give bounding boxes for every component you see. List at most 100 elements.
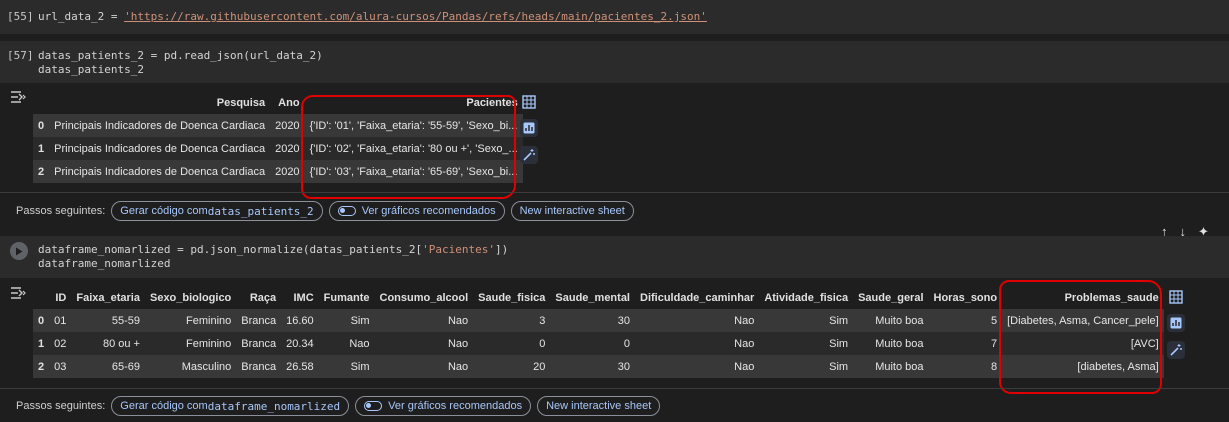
generate-code-button[interactable]: Gerar código com datas_patients_2 <box>111 201 323 221</box>
table-cell: Nao <box>374 309 474 332</box>
table-cell: Nao <box>318 332 375 355</box>
divider <box>0 388 1229 389</box>
table-cell: [diabetes, Asma] <box>1002 355 1164 378</box>
table-header: Faixa_etaria <box>76 291 140 304</box>
chip-label: Ver gráficos recomendados <box>388 400 523 412</box>
table-cell: 5 <box>928 309 1003 332</box>
table-cell: Principais Indicadores de Doenca Cardiac… <box>49 137 271 160</box>
row-index: 0 <box>33 309 50 332</box>
execution-count: [55] <box>7 10 34 23</box>
table-header: Fumante <box>323 291 370 304</box>
table-row: 2 Principais Indicadores de Doenca Cardi… <box>33 160 523 183</box>
new-interactive-sheet-button[interactable]: New interactive sheet <box>510 201 634 221</box>
table-cell: 3 <box>473 309 551 332</box>
code-string: 'Pacientes' <box>422 243 495 256</box>
table-cell: Sim <box>759 355 854 378</box>
table-cell: Sim <box>759 309 854 332</box>
code-line[interactable]: dataframe_nomarlized = pd.json_normalize… <box>38 243 508 256</box>
table-cell: {'ID': '02', 'Faixa_etaria': '80 ou +', … <box>304 137 523 160</box>
code-line[interactable]: dataframe_nomarlized <box>38 257 170 270</box>
table-cell: Branca <box>236 332 282 355</box>
magic-wand-icon[interactable] <box>520 146 538 164</box>
table-cell: Nao <box>635 309 760 332</box>
code-cell-1[interactable]: [55] url_data_2 = 'https://raw.githubuse… <box>0 0 1229 34</box>
table-icon[interactable] <box>520 93 538 111</box>
table-cell: Branca <box>236 309 282 332</box>
table-header: Dificuldade_caminhar <box>640 291 755 304</box>
code-cell-3[interactable]: dataframe_nomarlized = pd.json_normalize… <box>0 236 1229 278</box>
generate-code-button[interactable]: Gerar código com dataframe_nomarlized <box>111 396 350 416</box>
code-text: ]) <box>494 243 509 256</box>
table-cell: 7 <box>928 332 1003 355</box>
table-header: Atividade_fisica <box>764 291 849 304</box>
table-cell: Feminino <box>144 309 237 332</box>
dataframe-table: ID Faixa_etaria Sexo_biologico Raça IMC … <box>33 286 1164 378</box>
table-cell: {'ID': '03', 'Faixa_etaria': '65-69', 'S… <box>304 160 523 183</box>
table-header-row: ID Faixa_etaria Sexo_biologico Raça IMC … <box>33 286 1164 309</box>
table-header: Raça <box>249 291 277 304</box>
table-cell: 55-59 <box>71 309 145 332</box>
code-url[interactable]: 'https://raw.githubusercontent.com/alura… <box>124 10 707 23</box>
table-cell: Branca <box>236 355 282 378</box>
chart-icon[interactable] <box>1167 314 1185 332</box>
chart-icon[interactable] <box>520 119 538 137</box>
magic-wand-icon[interactable] <box>1167 341 1185 359</box>
row-index: 2 <box>33 355 50 378</box>
chip-label: New interactive sheet <box>546 400 652 412</box>
table-header <box>33 286 49 309</box>
table-cell: 2020 <box>270 114 305 137</box>
table-icon[interactable] <box>1167 288 1185 306</box>
chip-label: Gerar código com <box>120 205 208 217</box>
next-steps-bar: Passos seguintes: Gerar código com datas… <box>0 200 640 222</box>
table-header: Ano <box>278 96 300 109</box>
table-cell: {'ID': '01', 'Faixa_etaria': '55-59', 'S… <box>304 114 523 137</box>
table-cell: [Diabetes, Asma, Cancer_pele] <box>1002 309 1164 332</box>
chip-code: dataframe_nomarlized <box>207 399 341 413</box>
chip-label: Gerar código com <box>120 400 208 412</box>
table-header: Saude_mental <box>555 291 630 304</box>
chip-label: Ver gráficos recomendados <box>361 205 496 217</box>
new-interactive-sheet-button[interactable]: New interactive sheet <box>537 396 661 416</box>
row-index: 1 <box>33 137 50 160</box>
table-cell: Muito boa <box>853 332 929 355</box>
table-cell: Sim <box>759 332 854 355</box>
table-header: ID <box>55 291 67 304</box>
recommended-charts-button[interactable]: Ver gráficos recomendados <box>328 201 505 221</box>
table-cell: Principais Indicadores de Doenca Cardiac… <box>49 114 271 137</box>
output-arrow-icon[interactable] <box>10 287 26 299</box>
table-header: IMC <box>293 291 314 304</box>
code-cell-2[interactable]: [57] datas_patients_2 = pd.read_json(url… <box>0 41 1229 83</box>
table-cell: 0 <box>550 332 635 355</box>
table-row: 1 Principais Indicadores de Doenca Cardi… <box>33 137 523 160</box>
table-cell: 30 <box>550 355 635 378</box>
table-cell: Masculino <box>144 355 237 378</box>
code-line[interactable]: datas_patients_2 <box>38 63 144 76</box>
code-line[interactable]: datas_patients_2 = pd.read_json(url_data… <box>38 49 323 62</box>
table-cell: Feminino <box>144 332 237 355</box>
code-op: = <box>104 10 125 23</box>
table-cell: Sim <box>318 355 375 378</box>
table-cell: 20 <box>473 355 551 378</box>
table-cell: 2020 <box>270 137 305 160</box>
output-arrow-icon[interactable] <box>10 91 26 103</box>
code-text: dataframe_nomarlized = pd.json_normalize… <box>38 243 423 256</box>
table-cell: Principais Indicadores de Doenca Cardiac… <box>49 160 271 183</box>
table-cell: 26.58 <box>281 355 319 378</box>
next-steps-bar: Passos seguintes: Gerar código com dataf… <box>0 395 666 417</box>
table-header: Consumo_alcool <box>379 291 469 304</box>
dataframe-table: Pesquisa Ano Pacientes 0 Principais Indi… <box>33 91 523 183</box>
code-line[interactable]: url_data_2 = 'https://raw.githubusercont… <box>38 10 707 23</box>
table-cell: 16.60 <box>281 309 319 332</box>
table-header-row: Pesquisa Ano Pacientes <box>33 91 523 114</box>
table-cell: Nao <box>635 355 760 378</box>
table-cell: 01 <box>49 309 72 332</box>
table-cell: 80 ou + <box>71 332 145 355</box>
table-header: Saude_fisica <box>478 291 546 304</box>
row-index: 2 <box>33 160 50 183</box>
play-icon[interactable] <box>10 242 28 260</box>
table-row: 0 Principais Indicadores de Doenca Cardi… <box>33 114 523 137</box>
recommended-charts-button[interactable]: Ver gráficos recomendados <box>355 396 532 416</box>
table-cell: Sim <box>318 309 375 332</box>
table-cell: 65-69 <box>71 355 145 378</box>
divider <box>0 192 1229 193</box>
